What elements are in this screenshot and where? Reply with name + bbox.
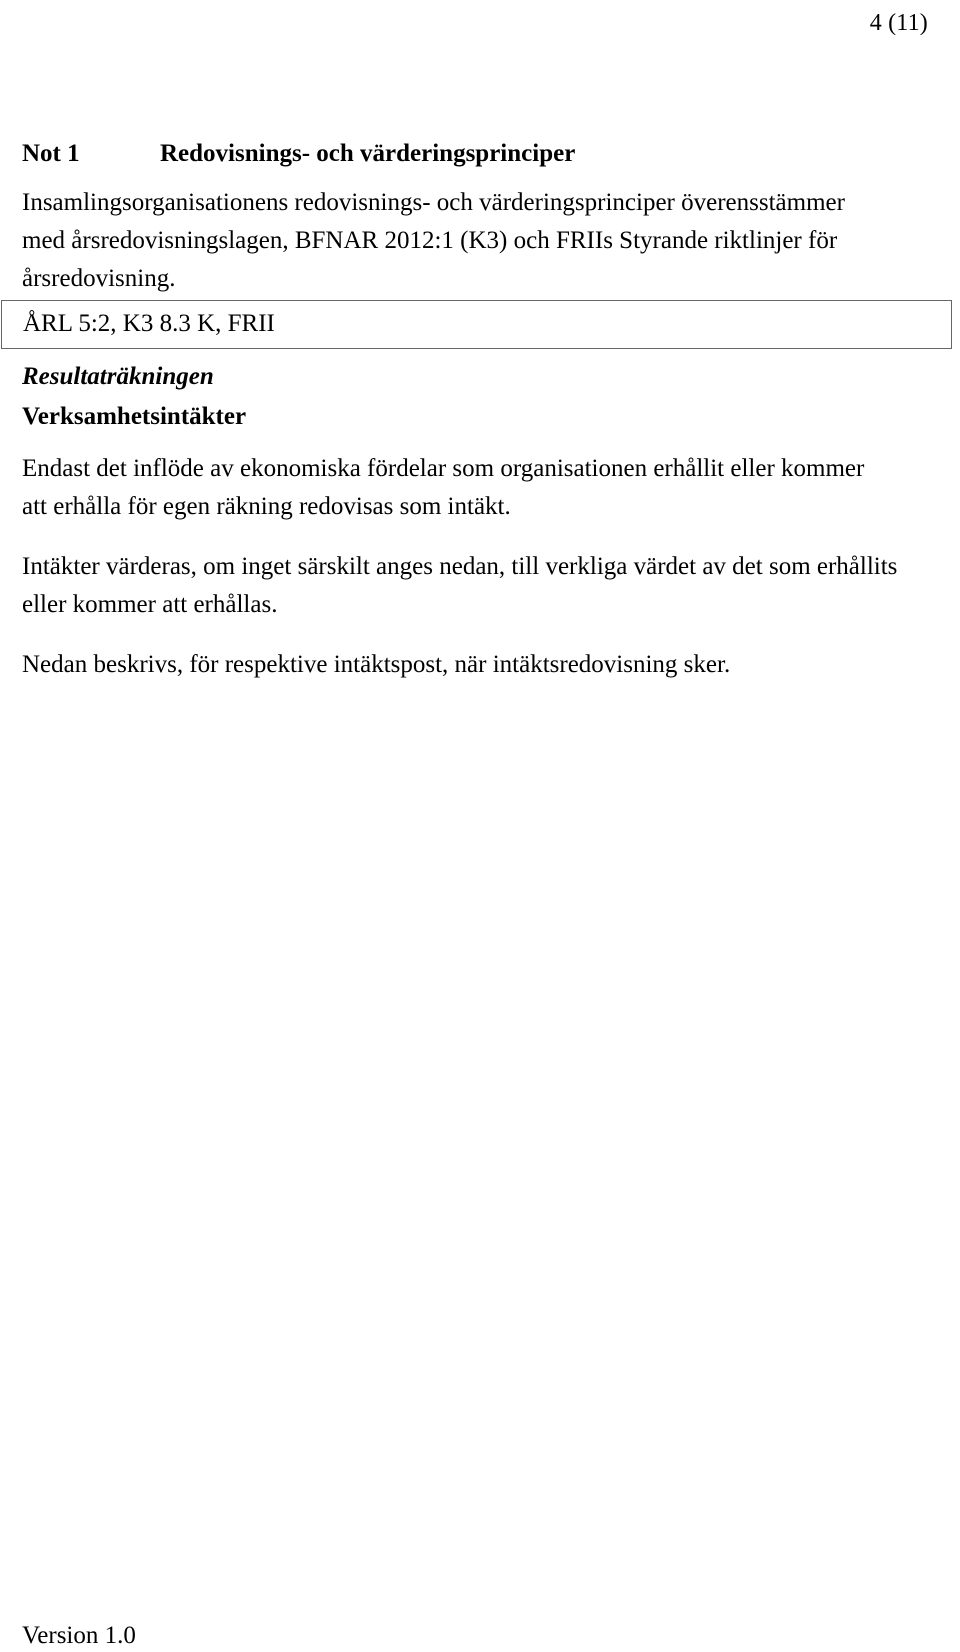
results-section: Resultaträkningen Verksamhetsintäkter En…: [22, 360, 934, 684]
subheading-verksamhetsintakter: Verksamhetsintäkter: [22, 403, 247, 430]
subheading-resultatrakningen: Resultaträkningen: [22, 363, 214, 390]
paragraph-3: Nedan beskrivs, för respektive intäktspo…: [22, 651, 731, 678]
page-number: 4 (11): [869, 10, 928, 36]
note-heading: Not 1 Redovisnings- och värderingsprincip…: [22, 138, 934, 170]
document-content: Not 1 Redovisnings- och värderingsprincip…: [22, 138, 934, 304]
paragraph-1: Endast det inflöde av ekonomiska fördela…: [22, 455, 865, 520]
footer-version: Version 1.0: [22, 1622, 136, 1649]
reference-box-text: ÅRL 5:2, K3 8.3 K, FRII: [23, 310, 275, 337]
document-page: 4 (11) Not 1 Redovisnings- och värderings…: [0, 0, 960, 1649]
note-label: Not 1: [22, 140, 80, 167]
paragraph-2: Intäkter värderas, om inget särskilt ang…: [22, 553, 898, 618]
note-title: Redovisnings- och värderingsprinciper: [160, 140, 576, 167]
intro-paragraph: Insamlingsorganisationens redovisnings- …: [22, 189, 845, 292]
reference-box: ÅRL 5:2, K3 8.3 K, FRII: [1, 300, 952, 349]
